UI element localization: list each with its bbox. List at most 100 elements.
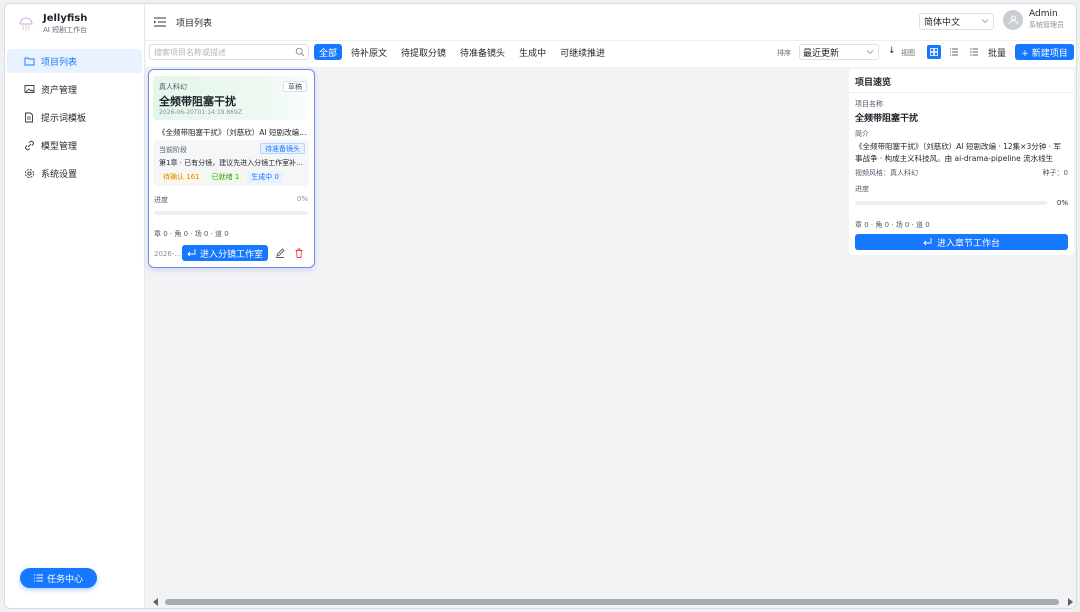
enter-storyboard-button[interactable]: 进入分镜工作室 — [182, 245, 268, 261]
sidebar-item-prompts[interactable]: 提示词模板 — [7, 105, 142, 129]
user-menu[interactable]: Admin 系统管理员 — [1003, 9, 1064, 30]
avatar — [1003, 9, 1023, 30]
task-center-label: 任务中心 — [46, 574, 83, 585]
name-label: 项目名称 — [855, 100, 883, 108]
project-date: 2026-06-20T01:14:19.869Z — [159, 109, 242, 116]
project-card[interactable]: 真人科幻 草稿 全频带阻塞干扰 2026-06-20T01:14:19.869Z… — [148, 69, 315, 268]
search-input[interactable] — [154, 47, 292, 57]
language-select[interactable]: 简体中文 — [919, 13, 994, 30]
project-stats: 章 0 · 角 0 · 场 0 · 道 0 — [154, 230, 229, 238]
project-title: 全频带阻塞干扰 — [159, 95, 236, 108]
enter-icon — [187, 249, 196, 257]
sidebar-item-assets[interactable]: 资产管理 — [7, 77, 142, 101]
document-icon — [23, 111, 35, 123]
progress-bar — [154, 211, 308, 215]
filter-generating[interactable]: 生成中 — [514, 44, 551, 60]
sidebar-item-label: 资产管理 — [41, 85, 78, 96]
delete-icon[interactable] — [294, 248, 304, 261]
card-header: 真人科幻 草稿 全频带阻塞干扰 2026-06-20T01:14:19.869Z — [153, 76, 309, 120]
horizontal-scrollbar[interactable] — [149, 595, 1076, 608]
brand-subtitle: AI 短剧工作台 — [43, 26, 88, 34]
quick-view-panel: 项目速览 项目名称 全频带阻塞干扰 简介 《全频带阻塞干扰》（刘慈欣）AI 短剧… — [849, 69, 1074, 255]
user-role: 系统管理员 — [1029, 21, 1064, 29]
video-style: 视频风格：真人科幻 — [855, 169, 918, 177]
user-icon — [1008, 15, 1018, 25]
progress-percent: 0% — [1056, 199, 1068, 207]
chip-ready: 已就绪 1 — [207, 172, 244, 183]
progress-label: 进度 — [855, 185, 869, 193]
search-icon[interactable] — [295, 47, 305, 57]
progress-percent: 0% — [296, 195, 308, 203]
new-project-button[interactable]: + 新建项目 — [1015, 44, 1074, 60]
list-icon — [950, 48, 958, 56]
edit-icon[interactable] — [275, 248, 285, 261]
stage-label: 当前阶段 — [159, 146, 187, 154]
compact-view-button[interactable] — [967, 45, 981, 59]
stage-box: 当前阶段 待准备镜头 第1章 · 已有分镜，建议先进入分镜工作室补充镜头 待确认… — [153, 140, 309, 186]
chip-pending: 待确认 161 — [159, 172, 204, 183]
filter-need-shots[interactable]: 待准备镜头 — [455, 44, 510, 60]
status-chips: 待确认 161 已就绪 1 生成中 0 — [159, 172, 287, 183]
image-icon — [23, 83, 35, 95]
gear-icon — [23, 167, 35, 179]
sort-label: 排序 — [777, 49, 791, 57]
project-name: 全频带阻塞干扰 — [855, 114, 919, 124]
scroll-right-icon[interactable] — [1067, 598, 1073, 606]
filter-continuable[interactable]: 可继续推进 — [555, 44, 610, 60]
sort-direction-button[interactable]: ↓ — [888, 46, 896, 56]
panel-title: 项目速览 — [855, 78, 892, 88]
project-description: 《全频带阻塞干扰》（刘慈欣）AI 短剧改编 · 12集×3分钟 · 军事战争 ·… — [158, 128, 308, 137]
scroll-left-icon[interactable] — [153, 598, 159, 606]
sidebar-item-projects[interactable]: 项目列表 — [7, 49, 142, 73]
folder-icon — [23, 55, 35, 67]
sidebar-item-label: 模型管理 — [41, 141, 78, 152]
sidebar: Jellyfish AI 短剧工作台 项目列表 资产管理 提示词模板 模型管理 … — [5, 4, 145, 608]
brand-name: Jellyfish — [43, 13, 88, 24]
grid-view-button[interactable] — [927, 45, 941, 59]
sidebar-item-label: 项目列表 — [41, 57, 78, 68]
enter-icon — [923, 238, 932, 246]
batch-button[interactable]: 批量 — [988, 46, 1006, 59]
sidebar-nav: 项目列表 资产管理 提示词模板 模型管理 系统设置 — [5, 49, 144, 185]
link-icon — [23, 139, 35, 151]
brand: Jellyfish AI 短剧工作台 — [5, 4, 144, 44]
seed-value: 种子：0 — [1042, 169, 1068, 177]
enter-storyboard-label: 进入分镜工作室 — [199, 249, 263, 260]
sort-select[interactable]: 最近更新 — [799, 44, 879, 60]
task-center-button[interactable]: 任务中心 — [20, 568, 97, 588]
app-window: Jellyfish AI 短剧工作台 项目列表 资产管理 提示词模板 模型管理 … — [4, 3, 1077, 609]
sidebar-item-label: 提示词模板 — [41, 113, 87, 124]
view-label: 视图 — [901, 49, 915, 57]
enter-chapter-button[interactable]: 进入章节工作台 — [855, 234, 1068, 250]
filter-all[interactable]: 全部 — [314, 44, 343, 60]
sidebar-item-models[interactable]: 模型管理 — [7, 133, 142, 157]
stage-badge: 待准备镜头 — [260, 143, 305, 154]
project-intro: 《全频带阻塞干扰》（刘慈欣）AI 短剧改编 · 12集×3分钟 · 军事战争 ·… — [855, 142, 1061, 163]
chevron-down-icon — [981, 19, 989, 24]
grid-icon — [930, 48, 938, 56]
jellyfish-logo-icon — [19, 17, 33, 31]
menu-collapse-icon[interactable] — [153, 15, 167, 29]
status-filters: 全部 待补原文 待提取分镜 待准备镜头 生成中 可继续推进 — [314, 44, 614, 60]
sidebar-item-settings[interactable]: 系统设置 — [7, 161, 142, 185]
filter-need-storyboard[interactable]: 待提取分镜 — [396, 44, 451, 60]
project-stats: 章 0 · 角 0 · 场 0 · 道 0 — [855, 221, 930, 229]
filter-toolbar: 全部 待补原文 待提取分镜 待准备镜头 生成中 可继续推进 排序 最近更新 ↓ … — [145, 41, 1076, 67]
search-box — [149, 44, 309, 60]
updated-date: 2026-... — [154, 250, 182, 258]
user-name: Admin — [1029, 9, 1058, 19]
language-value: 简体中文 — [924, 18, 961, 28]
progress-label: 进度 — [154, 196, 168, 204]
sidebar-item-label: 系统设置 — [41, 169, 78, 180]
scrollbar-thumb[interactable] — [165, 599, 1059, 605]
top-header: 项目列表 简体中文 Admin 系统管理员 — [145, 4, 1076, 41]
detail-list-icon — [970, 48, 978, 56]
panel-divider — [849, 92, 1074, 93]
progress-bar — [855, 201, 1047, 205]
filter-need-source[interactable]: 待补原文 — [346, 44, 392, 60]
list-icon — [33, 574, 43, 582]
chevron-down-icon — [866, 50, 874, 55]
list-view-button[interactable] — [947, 45, 961, 59]
intro-label: 简介 — [855, 130, 869, 138]
genre-tag: 真人科幻 — [159, 83, 187, 91]
